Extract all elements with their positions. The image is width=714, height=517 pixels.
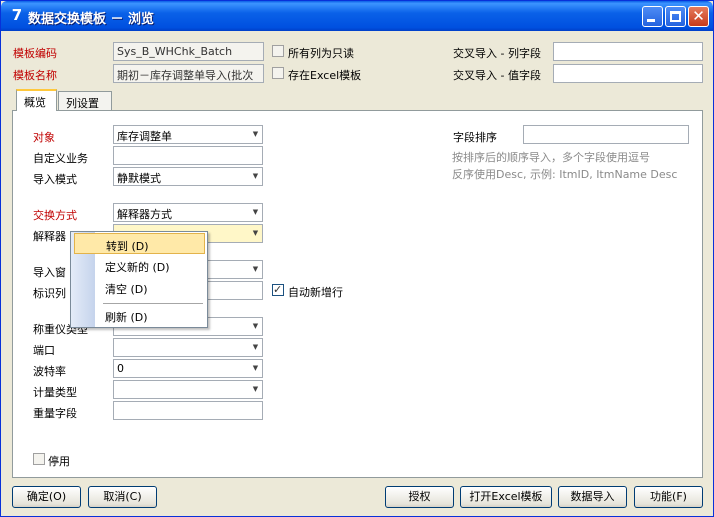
cancel-button[interactable]: 取消(C) [88,486,157,508]
dialog-window: 7 数据交换模板 － 浏览 ✕ 模板编码 Sys_B_WHChk_Batch 模… [0,0,714,517]
data-import-button[interactable]: 数据导入 [558,486,627,508]
weight-field-label: 重量字段 [33,407,77,420]
auto-add-row-label: 自动新增行 [288,286,343,299]
title-bar[interactable]: 7 数据交换模板 － 浏览 ✕ [1,1,713,31]
exchange-method-combo[interactable]: 解释器方式 ▼ [113,203,263,222]
app-icon: 7 [11,6,23,24]
ok-button[interactable]: 确定(O) [12,486,81,508]
maximize-icon [670,11,681,22]
baud-combo[interactable]: 0 ▼ [113,359,263,378]
exchange-method-value: 解释器方式 [117,208,172,221]
checkmark-icon: ✓ [273,283,283,296]
field-sort-hint-1: 按排序后的顺序导入，多个字段使用逗号 [452,151,650,164]
chevron-down-icon[interactable]: ▼ [251,321,260,332]
menu-item-define-new[interactable]: 定义新的 (D) [95,255,207,276]
baud-label: 波特率 [33,365,66,378]
cross-val-field[interactable] [553,64,703,83]
weight-field-input[interactable] [113,401,263,420]
template-code-field[interactable]: Sys_B_WHChk_Batch [113,42,264,61]
excel-template-checkbox[interactable] [272,67,284,79]
measure-type-label: 计量类型 [33,386,77,399]
custom-biz-label: 自定义业务 [33,152,88,165]
menu-separator [103,303,203,304]
tab-column-settings[interactable]: 列设置 [58,91,112,111]
custom-biz-field[interactable] [113,146,263,165]
measure-type-combo[interactable]: ▼ [113,380,263,399]
excel-template-label: 存在Excel模板 [288,69,362,82]
field-sort-field[interactable] [523,125,689,144]
parser-label: 解释器 [33,230,66,243]
chevron-down-icon[interactable]: ▼ [251,228,260,239]
maximize-button[interactable] [665,6,686,27]
open-excel-button[interactable]: 打开Excel模板 [460,486,552,508]
chevron-down-icon[interactable]: ▼ [251,363,260,374]
object-value: 库存调整单 [117,130,172,143]
close-icon: ✕ [692,7,705,25]
minimize-icon [647,19,655,22]
field-sort-label: 字段排序 [453,131,497,144]
menu-item-refresh[interactable]: 刷新 (D) [95,305,207,326]
import-mode-label: 导入模式 [33,173,77,186]
port-combo[interactable]: ▼ [113,338,263,357]
object-label: 对象 [33,131,55,144]
tab-overview[interactable]: 概览 [16,89,57,111]
all-readonly-checkbox[interactable] [272,45,284,57]
import-window-label: 导入窗 [33,266,66,279]
close-button[interactable]: ✕ [688,6,709,27]
authorize-button[interactable]: 授权 [385,486,454,508]
chevron-down-icon[interactable]: ▼ [251,342,260,353]
cross-val-label: 交叉导入 - 值字段 [453,69,541,82]
port-label: 端口 [33,344,55,357]
cross-col-label: 交叉导入 - 列字段 [453,47,541,60]
chevron-down-icon[interactable]: ▼ [251,129,260,140]
context-menu: 转到 (D) 定义新的 (D) 清空 (D) 刷新 (D) [70,231,208,328]
identifier-label: 标识列 [33,287,66,300]
minimize-button[interactable] [642,6,663,27]
template-name-label: 模板名称 [13,69,57,82]
exchange-method-label: 交换方式 [33,209,77,222]
chevron-down-icon[interactable]: ▼ [251,384,260,395]
auto-add-row-checkbox[interactable]: ✓ [272,283,284,296]
import-mode-combo[interactable]: 静默模式 ▼ [113,167,263,186]
disabled-label: 停用 [48,455,70,468]
disabled-checkbox[interactable] [33,453,45,465]
field-sort-hint-2: 反序使用Desc, 示例: ItmID, ItmName Desc [452,168,678,181]
menu-item-goto[interactable]: 转到 (D) [74,233,205,254]
all-readonly-label: 所有列为只读 [288,47,354,60]
window-title: 数据交换模板 － 浏览 [28,12,155,27]
chevron-down-icon[interactable]: ▼ [251,264,260,275]
import-mode-value: 静默模式 [117,172,161,185]
template-code-label: 模板编码 [13,47,57,60]
menu-item-clear[interactable]: 清空 (D) [95,277,207,298]
object-combo[interactable]: 库存调整单 ▼ [113,125,263,144]
baud-value: 0 [117,362,124,375]
chevron-down-icon[interactable]: ▼ [251,207,260,218]
chevron-down-icon[interactable]: ▼ [251,171,260,182]
functions-button[interactable]: 功能(F) [634,486,703,508]
cross-col-field[interactable] [553,42,703,61]
template-name-field[interactable]: 期初－库存调整单导入(批次 [113,64,264,83]
